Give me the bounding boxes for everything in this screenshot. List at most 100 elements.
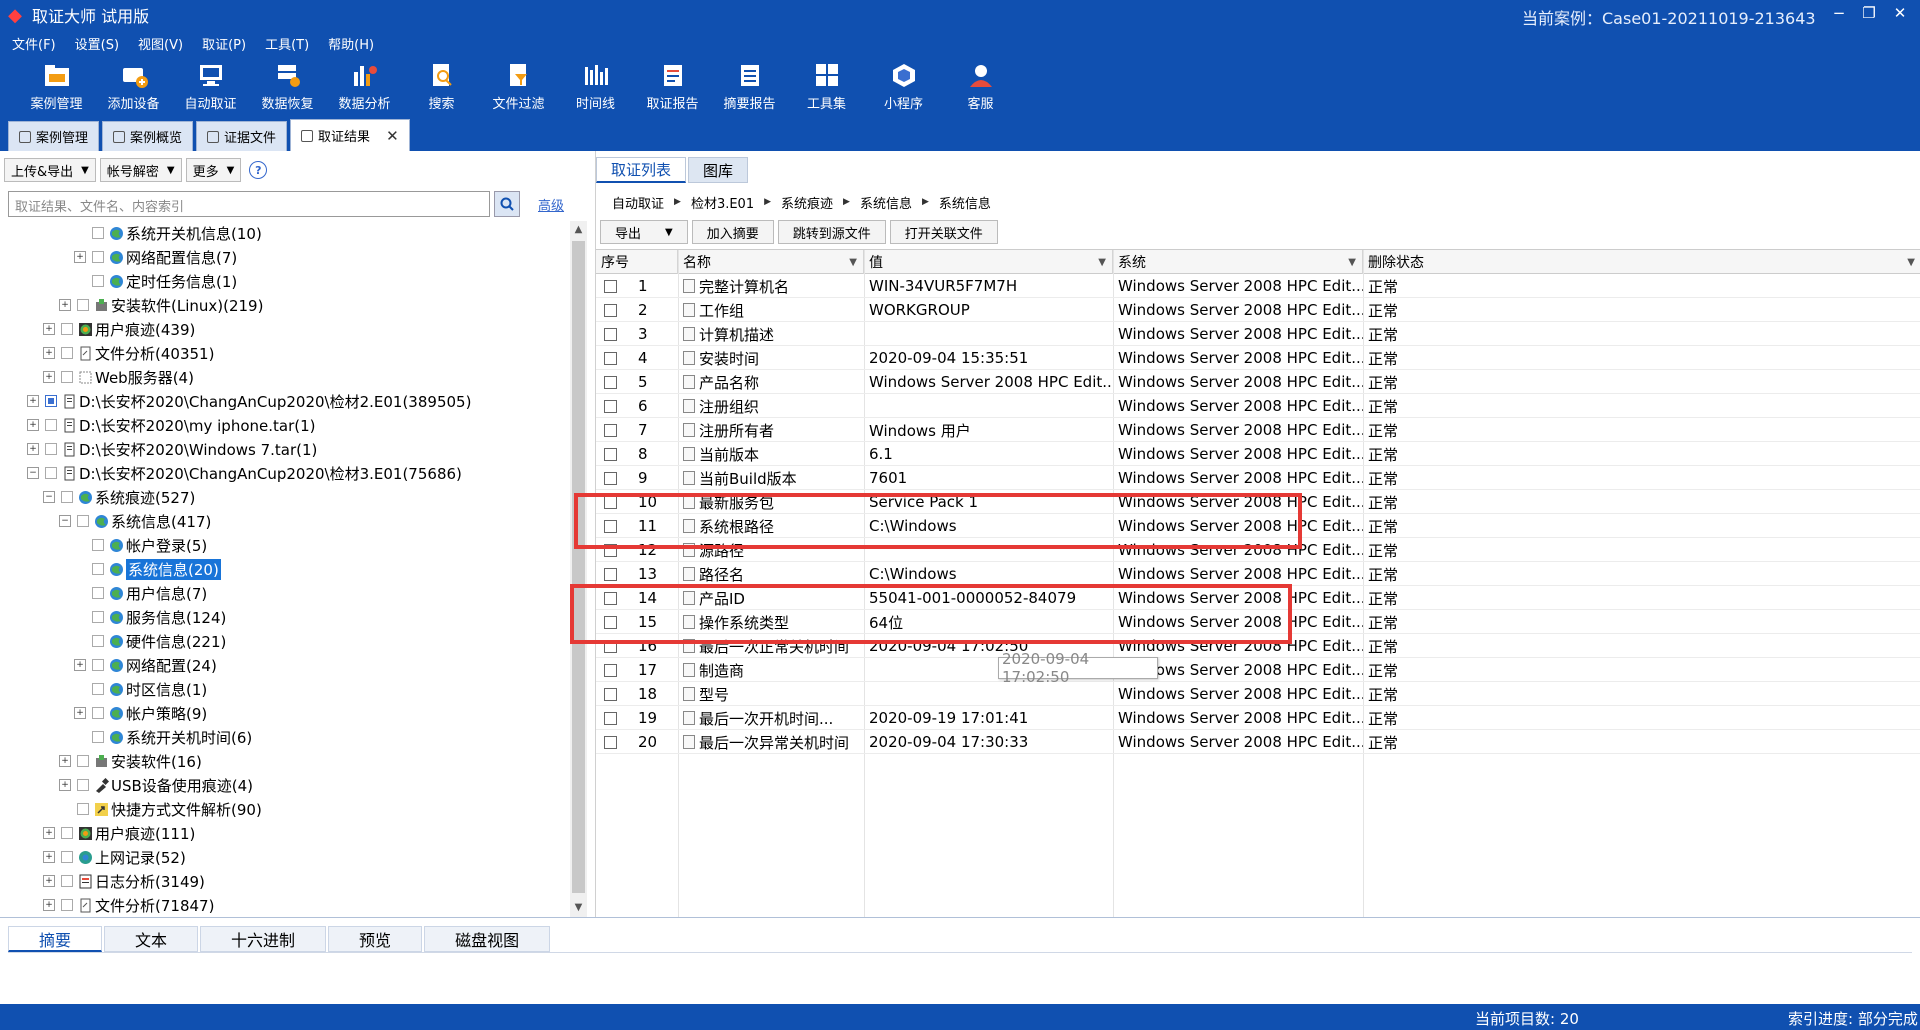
expand-icon[interactable]: + bbox=[43, 371, 55, 383]
help-icon[interactable]: ? bbox=[249, 161, 268, 179]
toolbar-file-filter[interactable]: 文件过滤 bbox=[480, 56, 557, 116]
tree-node[interactable]: + 文件分析(40351) bbox=[43, 341, 214, 365]
toolbar-summary-report[interactable]: 摘要报告 bbox=[711, 56, 788, 116]
close-window-button[interactable]: ✕ bbox=[1888, 4, 1912, 22]
row-checkbox[interactable] bbox=[604, 375, 617, 389]
row-checkbox[interactable] bbox=[604, 327, 617, 341]
tree-checkbox[interactable] bbox=[92, 563, 104, 575]
column-header-system[interactable]: 系统 ▼ bbox=[1113, 250, 1363, 274]
table-row[interactable]: 1 完整计算机名 WIN-34VUR5F7M7H Windows Server 200… bbox=[596, 274, 1920, 298]
tree-node[interactable]: 系统开关机信息(10) bbox=[74, 221, 262, 245]
toolbar-toolset[interactable]: 工具集 bbox=[788, 56, 865, 116]
tab-text[interactable]: 文本 bbox=[104, 926, 199, 952]
account-decrypt-dropdown[interactable]: 帐号解密 ▼ bbox=[99, 158, 182, 182]
tree-checkbox[interactable] bbox=[77, 803, 89, 815]
table-row[interactable]: 4 安装时间 2020-09-04 15:35:51 Windows Server 2… bbox=[596, 346, 1920, 370]
row-checkbox[interactable] bbox=[604, 303, 617, 317]
tree-node[interactable]: + D:\长安杯2020\ChangAnCup2020\检材2.E01(38950… bbox=[27, 389, 471, 413]
tab-hex[interactable]: 十六进制 bbox=[200, 926, 327, 952]
tab-summary[interactable]: 摘要 bbox=[8, 926, 103, 952]
menu-view[interactable]: 视图(V) bbox=[138, 34, 183, 53]
tree-checkbox[interactable] bbox=[92, 707, 104, 719]
tab-evidence-list[interactable]: 取证列表 bbox=[596, 157, 687, 183]
tree-node[interactable]: + 网络配置信息(7) bbox=[74, 245, 237, 269]
tree-checkbox[interactable] bbox=[45, 419, 57, 431]
tree-scrollbar[interactable]: ▲ ▼ bbox=[570, 221, 587, 917]
collapse-icon[interactable]: − bbox=[59, 515, 71, 527]
row-checkbox[interactable] bbox=[604, 639, 617, 653]
row-checkbox[interactable] bbox=[604, 663, 617, 677]
tab-disk-view[interactable]: 磁盘视图 bbox=[424, 926, 551, 952]
tab-case-management[interactable]: 案例管理 bbox=[8, 121, 100, 151]
tree-node[interactable]: − D:\长安杯2020\ChangAnCup2020\检材3.E01(75686… bbox=[27, 461, 462, 485]
expand-icon[interactable]: + bbox=[27, 419, 39, 431]
column-header-delete-state[interactable]: 删除状态 ▼ bbox=[1363, 250, 1920, 274]
breadcrumb-item[interactable]: 自动取证 bbox=[612, 193, 664, 212]
tree-checkbox[interactable] bbox=[92, 683, 104, 695]
toolbar-miniprogram[interactable]: 小程序 bbox=[865, 56, 942, 116]
tab-forensics-results[interactable]: 取证结果 ✕ bbox=[290, 119, 410, 151]
row-checkbox[interactable] bbox=[604, 471, 617, 485]
tree-node[interactable]: − 系统痕迹(527) bbox=[43, 485, 195, 509]
minimize-button[interactable]: − bbox=[1827, 4, 1851, 22]
add-summary-button[interactable]: 加入摘要 bbox=[691, 220, 774, 244]
column-header-value[interactable]: 值 ▼ bbox=[864, 250, 1113, 274]
row-checkbox[interactable] bbox=[604, 735, 617, 749]
tree-node[interactable]: 快捷方式文件解析(90) bbox=[59, 797, 262, 821]
table-row[interactable]: 20 最后一次异常关机时间 2020-09-04 17:30:33 Windows S… bbox=[596, 730, 1920, 754]
column-header-index[interactable]: 序号 bbox=[596, 250, 678, 274]
menu-tools[interactable]: 工具(T) bbox=[265, 34, 309, 53]
tree-checkbox[interactable] bbox=[61, 371, 73, 383]
breadcrumb-item[interactable]: 系统信息 bbox=[939, 193, 991, 212]
tree-checkbox[interactable] bbox=[45, 443, 57, 455]
row-checkbox[interactable] bbox=[604, 567, 617, 581]
tree-checkbox[interactable] bbox=[61, 875, 73, 887]
filter-icon[interactable]: ▼ bbox=[849, 257, 857, 268]
table-row[interactable]: 7 注册所有者 Windows 用户 Windows Server 2008 HPC … bbox=[596, 418, 1920, 442]
tree-node[interactable]: 系统信息(20) bbox=[74, 557, 221, 581]
table-row[interactable]: 10 最新服务包 Service Pack 1 Windows Server 2008… bbox=[596, 490, 1920, 514]
tab-gallery[interactable]: 图库 bbox=[688, 157, 749, 183]
tree-checkbox[interactable] bbox=[77, 515, 89, 527]
column-header-name[interactable]: 名称 ▼ bbox=[678, 250, 864, 274]
expand-icon[interactable]: + bbox=[43, 875, 55, 887]
breadcrumb-item[interactable]: 系统信息 bbox=[860, 193, 912, 212]
tree-checkbox[interactable] bbox=[77, 779, 89, 791]
tree-checkbox[interactable] bbox=[92, 731, 104, 743]
table-row[interactable]: 9 当前Build版本 7601 Windows Server 2008 HPC Ed… bbox=[596, 466, 1920, 490]
tree-checkbox[interactable] bbox=[61, 347, 73, 359]
breadcrumb-item[interactable]: 系统痕迹 bbox=[781, 193, 833, 212]
tree-checkbox[interactable] bbox=[92, 659, 104, 671]
expand-icon[interactable]: + bbox=[43, 899, 55, 911]
row-checkbox[interactable] bbox=[604, 711, 617, 725]
row-checkbox[interactable] bbox=[604, 519, 617, 533]
tree-checkbox[interactable] bbox=[92, 275, 104, 287]
toolbar-auto-forensics[interactable]: 自动取证 bbox=[172, 56, 249, 116]
expand-icon[interactable]: + bbox=[59, 755, 71, 767]
tree-checkbox[interactable] bbox=[61, 323, 73, 335]
table-row[interactable]: 3 计算机描述 Windows Server 2008 HPC Edit... 正常 bbox=[596, 322, 1920, 346]
table-row[interactable]: 18 型号 Windows Server 2008 HPC Edit... 正常 bbox=[596, 682, 1920, 706]
expand-icon[interactable]: + bbox=[43, 347, 55, 359]
menu-help[interactable]: 帮助(H) bbox=[328, 34, 374, 53]
tree-node[interactable]: + 安装软件(16) bbox=[59, 749, 202, 773]
collapse-icon[interactable]: − bbox=[27, 467, 39, 479]
tree-node[interactable]: + 文件分析(71847) bbox=[43, 893, 214, 917]
tab-case-overview[interactable]: 案例概览 bbox=[102, 121, 194, 151]
tree-checkbox[interactable] bbox=[92, 587, 104, 599]
filter-icon[interactable]: ▼ bbox=[1348, 257, 1356, 268]
menu-forensics[interactable]: 取证(P) bbox=[202, 34, 246, 53]
expand-icon[interactable]: + bbox=[59, 779, 71, 791]
table-row[interactable]: 6 注册组织 Windows Server 2008 HPC Edit... 正常 bbox=[596, 394, 1920, 418]
scroll-up-icon[interactable]: ▲ bbox=[570, 221, 587, 239]
search-input[interactable]: 取证结果、文件名、内容索引 bbox=[8, 191, 490, 217]
tree-node[interactable]: + Web服务器(4) bbox=[43, 365, 194, 389]
row-checkbox[interactable] bbox=[604, 591, 617, 605]
expand-icon[interactable]: + bbox=[59, 299, 71, 311]
tree-node[interactable]: 用户信息(7) bbox=[74, 581, 207, 605]
export-dropdown[interactable]: 导出 ▼ bbox=[600, 220, 688, 244]
close-tab-icon[interactable]: ✕ bbox=[386, 127, 399, 145]
tree-node[interactable]: 硬件信息(221) bbox=[74, 629, 226, 653]
menu-settings[interactable]: 设置(S) bbox=[75, 34, 119, 53]
tree-node[interactable]: + 安装软件(Linux)(219) bbox=[59, 293, 263, 317]
